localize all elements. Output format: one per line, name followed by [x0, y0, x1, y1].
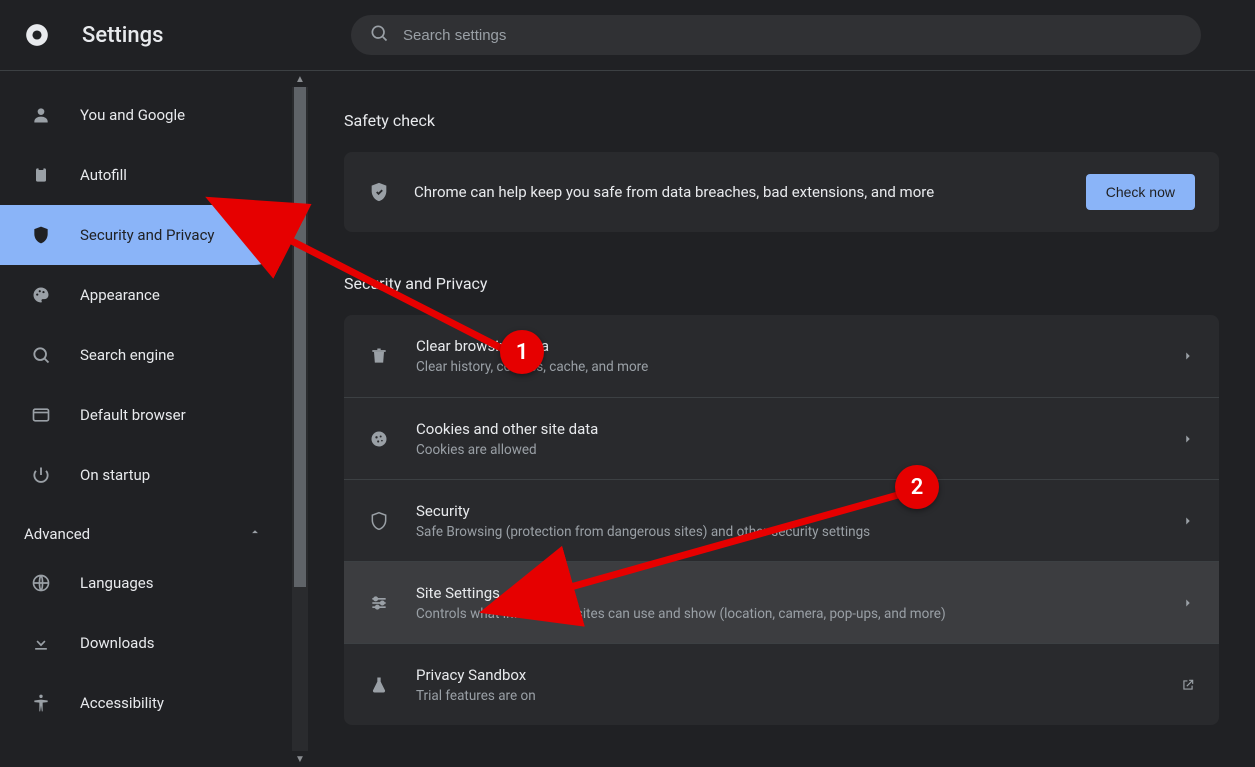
sidebar-item-label: On startup	[80, 466, 150, 484]
sidebar-item-on-startup[interactable]: On startup	[0, 445, 284, 505]
shield-outline-icon	[368, 510, 390, 532]
sidebar-item-label: Security and Privacy	[80, 226, 215, 244]
option-title: Clear browsing data	[416, 337, 1155, 355]
chevron-up-icon	[248, 525, 262, 543]
sidebar-item-label: Accessibility	[80, 694, 164, 712]
option-security[interactable]: Security Safe Browsing (protection from …	[344, 479, 1219, 561]
option-title: Security	[416, 502, 1155, 520]
search-icon	[30, 344, 52, 366]
scroll-thumb[interactable]	[294, 87, 306, 587]
browser-window-icon	[30, 404, 52, 426]
sidebar-item-appearance[interactable]: Appearance	[0, 265, 284, 325]
search-icon	[369, 23, 389, 47]
sidebar-item-autofill[interactable]: Autofill	[0, 145, 284, 205]
sidebar-item-default-browser[interactable]: Default browser	[0, 385, 284, 445]
sidebar-item-label: You and Google	[80, 106, 185, 124]
option-site-settings[interactable]: Site Settings Controls what information …	[344, 561, 1219, 643]
flask-icon	[368, 674, 390, 696]
sidebar-item-languages[interactable]: Languages	[0, 553, 284, 613]
safety-check-text: Chrome can help keep you safe from data …	[414, 183, 1062, 201]
chevron-right-icon	[1181, 514, 1195, 528]
sidebar-item-label: Languages	[80, 574, 154, 592]
globe-icon	[30, 572, 52, 594]
sidebar-advanced-toggle[interactable]: Advanced	[0, 505, 292, 553]
person-icon	[30, 104, 52, 126]
palette-icon	[30, 284, 52, 306]
sidebar-item-accessibility[interactable]: Accessibility	[0, 673, 284, 733]
option-privacy-sandbox[interactable]: Privacy Sandbox Trial features are on	[344, 643, 1219, 725]
page-title: Settings	[82, 23, 163, 48]
sidebar: You and Google Autofill Security and Pri…	[0, 71, 292, 767]
sidebar-item-you-and-google[interactable]: You and Google	[0, 85, 284, 145]
chevron-right-icon	[1181, 596, 1195, 610]
sidebar-item-search-engine[interactable]: Search engine	[0, 325, 284, 385]
sidebar-scrollbar[interactable]: ▲ ▼	[292, 71, 308, 767]
header: Settings	[0, 0, 1255, 71]
option-subtitle: Trial features are on	[416, 688, 1155, 704]
cookie-icon	[368, 428, 390, 450]
sidebar-item-label: Autofill	[80, 166, 127, 184]
scroll-down-button[interactable]: ▼	[292, 751, 308, 767]
chevron-right-icon	[1181, 349, 1195, 363]
security-privacy-heading: Security and Privacy	[344, 274, 1219, 293]
option-clear-browsing-data[interactable]: Clear browsing data Clear history, cooki…	[344, 315, 1219, 397]
tune-icon	[368, 592, 390, 614]
option-title: Site Settings	[416, 584, 1155, 602]
option-subtitle: Safe Browsing (protection from dangerous…	[416, 524, 1155, 540]
shield-check-icon	[368, 181, 390, 203]
scroll-track[interactable]	[292, 87, 308, 751]
clipboard-icon	[30, 164, 52, 186]
shield-icon	[30, 224, 52, 246]
sidebar-item-label: Appearance	[80, 286, 160, 304]
advanced-label: Advanced	[24, 525, 90, 543]
sidebar-item-label: Downloads	[80, 634, 155, 652]
scroll-up-button[interactable]: ▲	[292, 71, 308, 87]
safety-check-card: Chrome can help keep you safe from data …	[344, 152, 1219, 232]
privacy-options-card: Clear browsing data Clear history, cooki…	[344, 315, 1219, 725]
search-input[interactable]	[403, 27, 1183, 44]
sidebar-item-downloads[interactable]: Downloads	[0, 613, 284, 673]
chevron-right-icon	[1181, 432, 1195, 446]
trash-icon	[368, 345, 390, 367]
open-in-new-icon	[1181, 678, 1195, 692]
chrome-logo-icon	[24, 22, 50, 48]
option-subtitle: Controls what information sites can use …	[416, 606, 1155, 622]
check-now-button[interactable]: Check now	[1086, 174, 1195, 210]
sidebar-item-label: Default browser	[80, 406, 186, 424]
option-subtitle: Clear history, cookies, cache, and more	[416, 359, 1155, 375]
option-title: Cookies and other site data	[416, 420, 1155, 438]
option-cookies[interactable]: Cookies and other site data Cookies are …	[344, 397, 1219, 479]
main-content: Safety check Chrome can help keep you sa…	[308, 71, 1255, 767]
accessibility-icon	[30, 692, 52, 714]
sidebar-item-label: Search engine	[80, 346, 174, 364]
search-box[interactable]	[351, 15, 1201, 55]
option-subtitle: Cookies are allowed	[416, 442, 1155, 458]
safety-check-heading: Safety check	[344, 111, 1219, 130]
option-title: Privacy Sandbox	[416, 666, 1155, 684]
sidebar-item-security-and-privacy[interactable]: Security and Privacy	[0, 205, 284, 265]
power-icon	[30, 464, 52, 486]
download-icon	[30, 632, 52, 654]
